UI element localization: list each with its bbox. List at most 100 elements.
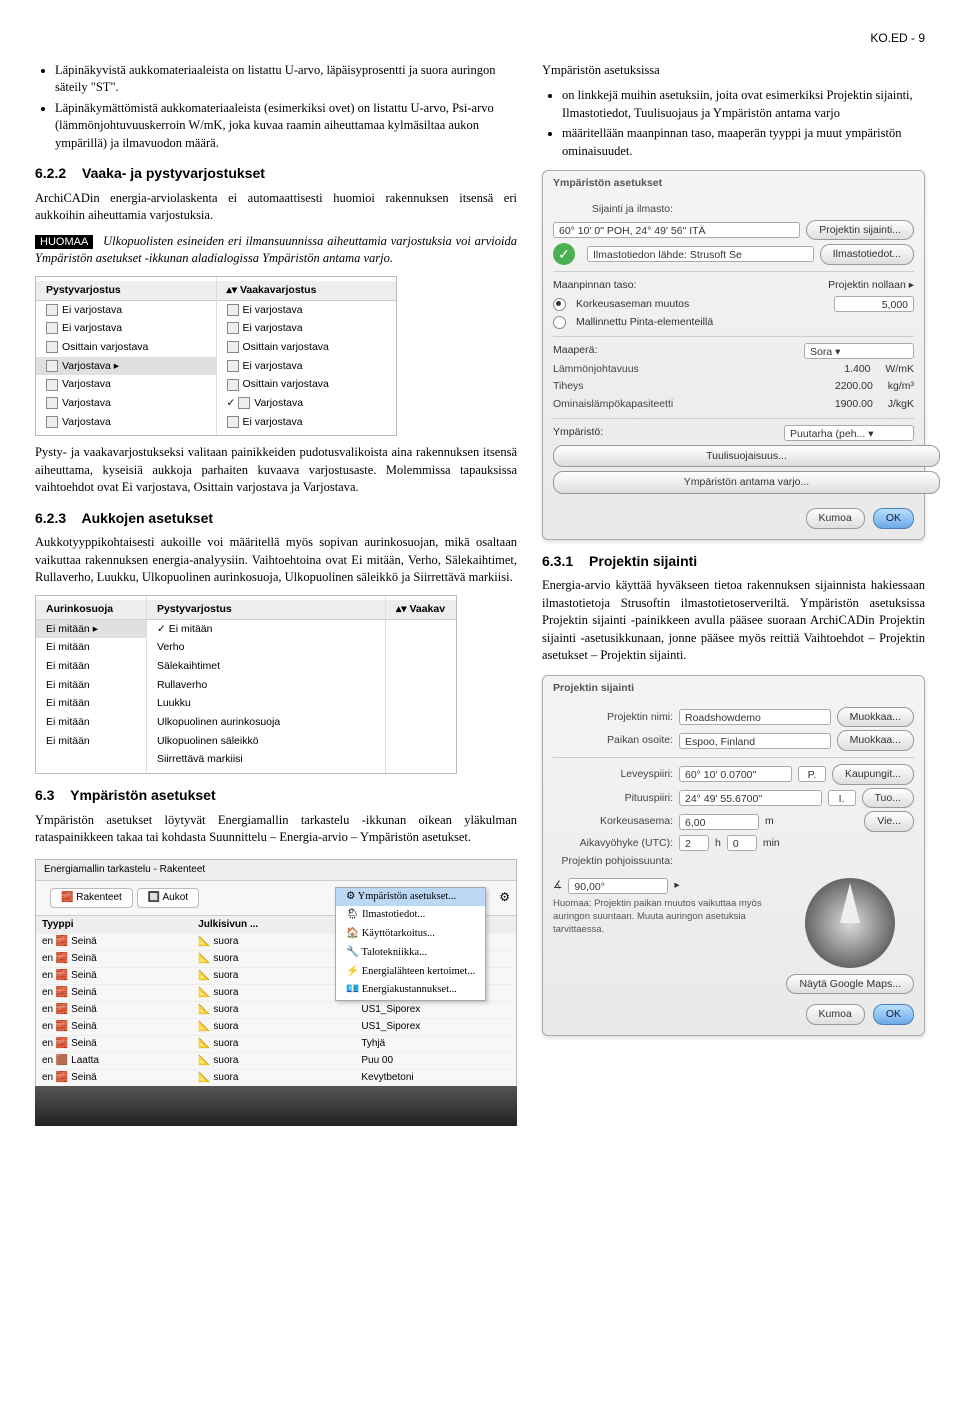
as-item[interactable]: Ei mitään <box>36 676 146 695</box>
lp-input[interactable]: 60° 10' 0.0700" <box>679 766 792 782</box>
pv-item[interactable]: Ei varjostava <box>36 301 216 320</box>
vv-item[interactable]: Ei varjostava <box>217 357 397 376</box>
radio-mallinnettu[interactable] <box>553 316 566 329</box>
box-icon <box>46 304 58 316</box>
pv-item-selected[interactable]: Varjostava <box>36 357 216 376</box>
as-item[interactable]: Ei mitään <box>36 732 146 751</box>
box-icon <box>227 379 239 391</box>
box-icon <box>227 322 239 334</box>
kaupungit-button[interactable]: Kaupungit... <box>832 764 914 785</box>
pp-sel[interactable]: I. <box>828 790 856 806</box>
as-item-selected[interactable]: Ei mitään <box>36 620 146 639</box>
av-h-input[interactable]: 2 <box>679 835 709 851</box>
em-tab-rakenteet[interactable]: 🧱 Rakenteet <box>50 888 133 908</box>
as-item[interactable]: Ei mitään <box>36 694 146 713</box>
compass-icon <box>805 878 895 968</box>
pp-input[interactable]: 24° 49' 55.6700" <box>679 790 822 806</box>
vv-item[interactable]: Ei varjostava <box>217 413 397 432</box>
ilmasto-field[interactable]: Ilmastotiedon lähde: Strusoft Se <box>587 246 814 262</box>
page-reference: KO.ED - 9 <box>35 30 925 47</box>
ka-input[interactable]: 6,00 <box>679 814 759 830</box>
pm-kustann[interactable]: 💶 Energiakustannukset... <box>336 981 485 1000</box>
vv-item[interactable]: Osittain varjostava <box>217 338 397 357</box>
sij-field[interactable]: 60° 10' 0" POH, 24° 49' 56" ITÄ <box>553 222 800 238</box>
vaakav-header-short: ▴▾ Vaakav <box>386 600 456 620</box>
po-input[interactable]: Espoo, Finland <box>679 733 831 749</box>
varjostus-menu: Pystyvarjostus Ei varjostava Ei varjosta… <box>35 276 397 437</box>
vv-item[interactable]: Osittain varjostava <box>217 375 397 394</box>
pv-item[interactable]: Varjostava <box>36 413 216 432</box>
pm-energial[interactable]: ⚡ Energialähteen kertoimet... <box>336 963 485 982</box>
popup-item[interactable]: Luukku <box>147 694 385 713</box>
popup-item[interactable]: Ulkopuolinen säleikkö <box>147 732 385 751</box>
muokkaa-button-1[interactable]: Muokkaa... <box>837 707 914 728</box>
angle-input[interactable]: 90,00° <box>568 878 668 894</box>
ok-button[interactable]: OK <box>873 508 914 529</box>
pystyvarjostus-header-2: Pystyvarjostus <box>147 600 385 620</box>
korkeus-input[interactable]: 5,000 <box>834 296 914 312</box>
ymparisto-varjo-button[interactable]: Ympäristön antama varjo... <box>553 471 940 494</box>
sij-label: Sijainti ja ilmasto: <box>553 202 673 217</box>
maapera-select[interactable]: Sora ▾ <box>804 343 914 359</box>
box-icon <box>46 341 58 353</box>
pv-item[interactable]: Ei varjostava <box>36 319 216 338</box>
as-item[interactable]: Ei mitään <box>36 713 146 732</box>
pn-input[interactable]: Roadshowdemo <box>679 709 831 725</box>
box-icon <box>238 397 250 409</box>
vv-item-checked[interactable]: Varjostava <box>217 394 397 413</box>
as-item[interactable]: Ei mitään <box>36 638 146 657</box>
popup-item[interactable]: Ei mitään <box>147 620 385 639</box>
heading-623: 6.2.3 Aukkojen asetukset <box>35 509 517 529</box>
box-icon <box>46 397 58 409</box>
ilmastotiedot-button[interactable]: Ilmastotiedot... <box>820 244 914 265</box>
ymparisto-select[interactable]: Puutarha (peh... ▾ <box>784 425 914 441</box>
ymparisto-label: Ympäristö: <box>553 425 603 440</box>
angle-arrow-icon[interactable]: ▸ <box>674 878 679 893</box>
ka-label: Korkeusasema: <box>553 814 673 829</box>
pm-ilmasto[interactable]: 🌦 Ilmastotiedot... <box>336 906 485 925</box>
radio-korkeus[interactable] <box>553 298 566 311</box>
google-maps-button[interactable]: Näytä Google Maps... <box>786 974 914 995</box>
pm-ymparisto[interactable]: ⚙ Ympäristön asetukset... <box>336 888 485 907</box>
em-tab-aukot[interactable]: 🔲 Aukot <box>137 888 199 908</box>
popup-item[interactable]: Verho <box>147 638 385 657</box>
projektin-sijainti-button[interactable]: Projektin sijainti... <box>806 220 914 241</box>
as-item[interactable]: Ei mitään <box>36 657 146 676</box>
bullet-lapimaton: Läpinäkymättömistä aukkomateriaaleista (… <box>55 100 517 153</box>
heading-623-title: Aukkojen asetukset <box>82 510 214 526</box>
popup-item[interactable]: Ulkopuolinen aurinkosuoja <box>147 713 385 732</box>
aurinkosuoja-header: Aurinkosuoja <box>36 600 146 620</box>
maanpinta-select[interactable]: Projektin nollaan ▸ <box>828 278 914 293</box>
gear-icon[interactable]: ⚙ <box>499 889 510 906</box>
av-m-input[interactable]: 0 <box>727 835 757 851</box>
av-h-unit: h <box>715 836 721 851</box>
ti-label: Tiheys <box>553 379 829 394</box>
pv-item[interactable]: Varjostava <box>36 394 216 413</box>
box-icon <box>227 304 239 316</box>
ps-label: Projektin pohjoissuunta: <box>553 854 673 869</box>
pv-item[interactable]: Osittain varjostava <box>36 338 216 357</box>
popup-item[interactable]: Sälekaihtimet <box>147 657 385 676</box>
vv-item[interactable]: Ei varjostava <box>217 301 397 320</box>
muokkaa-button-2[interactable]: Muokkaa... <box>837 730 914 751</box>
kumoa-button[interactable]: Kumoa <box>806 508 865 529</box>
ol-label: Ominaislämpökapasiteetti <box>553 397 829 412</box>
vv-item[interactable]: Ei varjostava <box>217 319 397 338</box>
ya-heading: Ympäristön asetuksissa <box>542 62 925 80</box>
ok-button-2[interactable]: OK <box>873 1004 914 1025</box>
popup-item[interactable]: Siirrettävä markiisi <box>147 750 385 769</box>
lj-label: Lämmönjohtavuus <box>553 362 838 377</box>
huomaa-paragraph: HUOMAA Ulkopuolisten esineiden eri ilman… <box>35 233 517 268</box>
lp-sel[interactable]: P. <box>798 766 826 782</box>
pm-talotek[interactable]: 🔧 Talotekniikka... <box>336 944 485 963</box>
tuo-button[interactable]: Tuo... <box>862 788 914 809</box>
lj-val: 1.400 <box>844 362 870 377</box>
pv-item[interactable]: Varjostava <box>36 375 216 394</box>
pm-kaytto[interactable]: 🏠 Käyttötarkoitus... <box>336 925 485 944</box>
radio-mallinnettu-label: Mallinnettu Pinta-elementeillä <box>576 315 713 330</box>
popup-item[interactable]: Rullaverho <box>147 676 385 695</box>
kumoa-button-2[interactable]: Kumoa <box>806 1004 865 1025</box>
av-label: Aikavyöhyke (UTC): <box>553 836 673 851</box>
tuulisuojaisuus-button[interactable]: Tuulisuojaisuus... <box>553 445 940 468</box>
vie-button[interactable]: Vie... <box>864 811 914 832</box>
